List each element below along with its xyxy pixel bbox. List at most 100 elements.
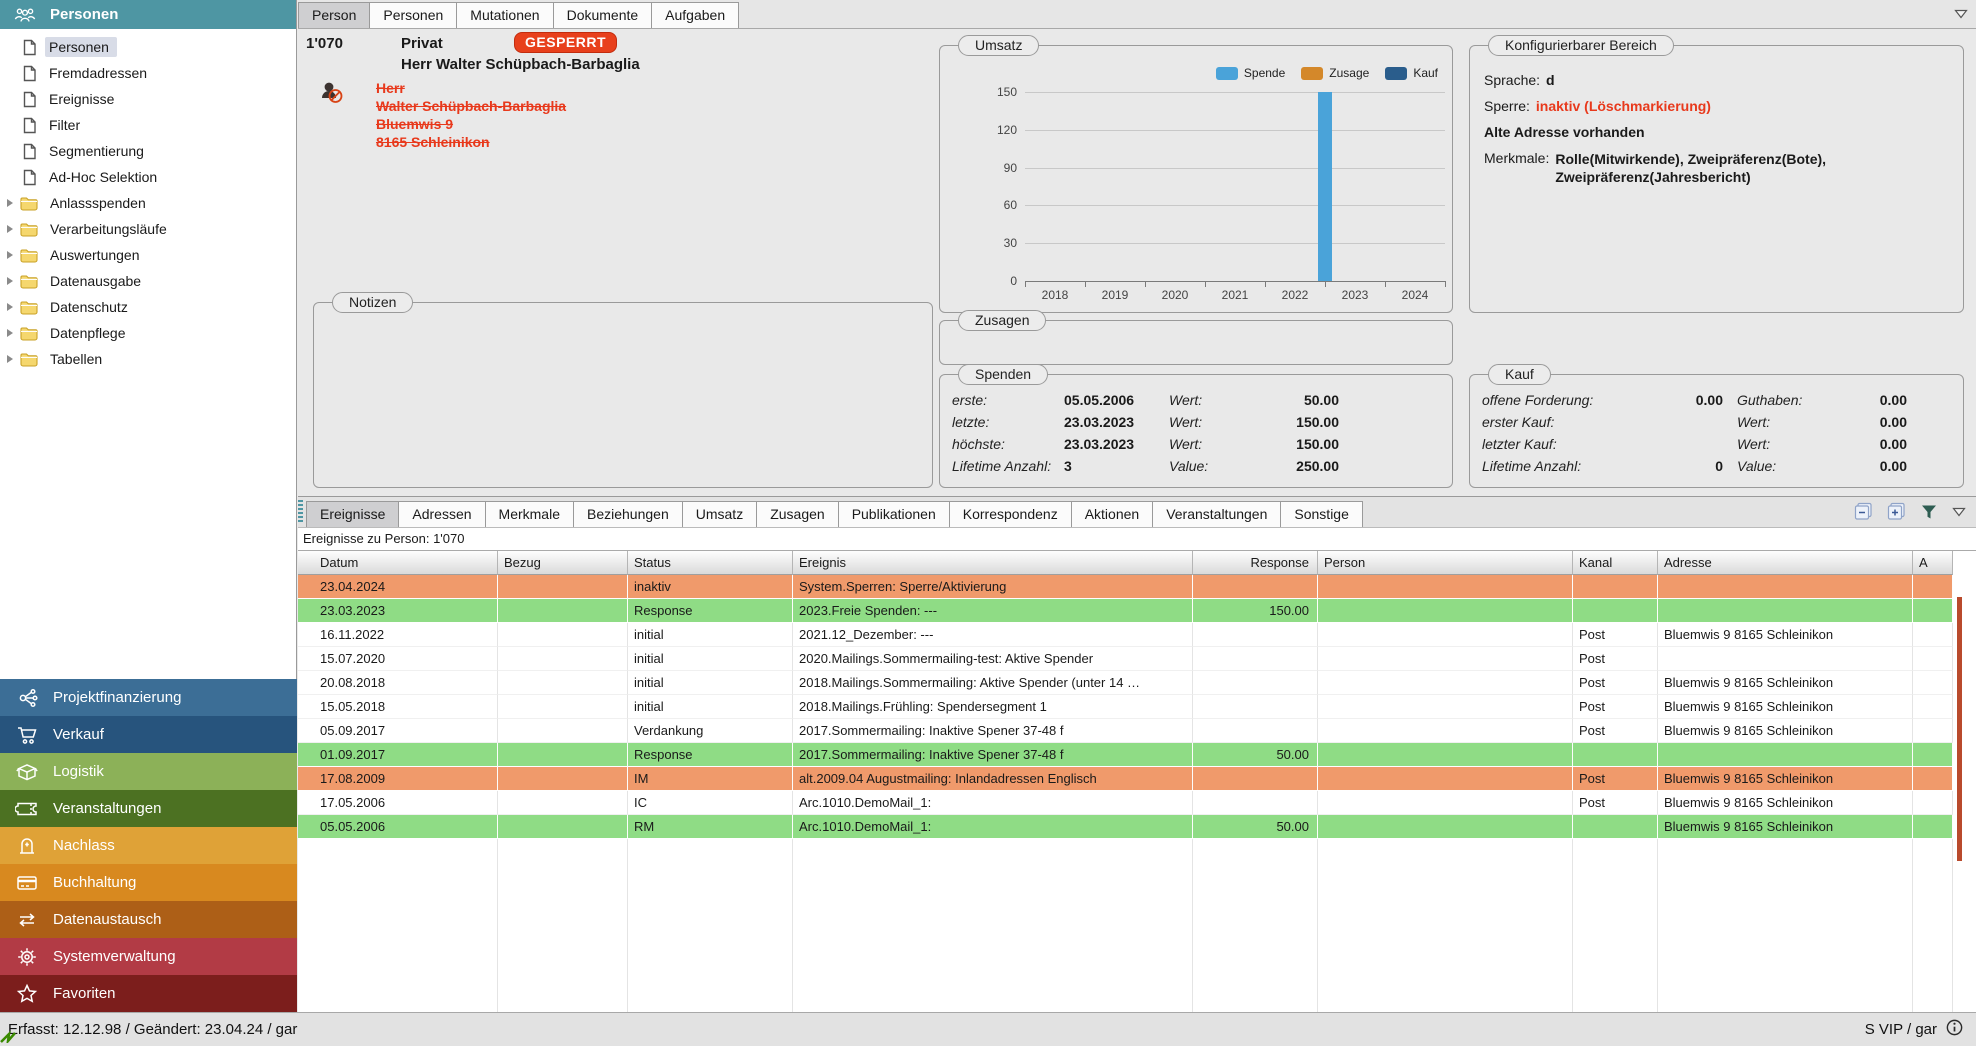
table-row[interactable]: 23.03.2023 Response 2023.Freie Spenden: …	[298, 599, 1976, 623]
sidebar-item-label: Filter	[45, 115, 88, 135]
chevron-right-icon[interactable]	[7, 329, 13, 337]
detail-tab[interactable]: Sonstige	[1280, 501, 1362, 527]
table-row[interactable]: 17.05.2006 IC Arc.1010.DemoMail_1: Post …	[298, 791, 1976, 815]
table-row[interactable]: 05.09.2017 Verdankung 2017.Sommermailing…	[298, 719, 1976, 743]
detail-tab[interactable]: Ereignisse	[306, 501, 399, 527]
sidebar-item-label: Datenschutz	[46, 297, 136, 317]
main-tab[interactable]: Personen	[369, 2, 457, 28]
detail-tab[interactable]: Publikationen	[838, 501, 950, 527]
stat-value-label: Guthaben:	[1737, 392, 1819, 408]
table-row[interactable]: 16.11.2022 initial 2021.12_Dezember: ---…	[298, 623, 1976, 647]
module-buchhaltung[interactable]: Buchhaltung	[0, 864, 297, 901]
cell-datum: 05.09.2017	[298, 719, 498, 743]
chevron-right-icon[interactable]	[7, 225, 13, 233]
cell-kanal: Post	[1573, 767, 1658, 791]
filter-icon[interactable]	[1920, 503, 1938, 521]
cell-person	[1318, 623, 1573, 647]
tab-label: Beziehungen	[587, 506, 669, 522]
module-logistik[interactable]: Logistik	[0, 753, 297, 790]
detail-tab[interactable]: Beziehungen	[573, 501, 683, 527]
cell-ereignis: 2017.Sommermailing: Inaktive Spener 37-4…	[793, 719, 1193, 743]
detail-tab[interactable]: Merkmale	[485, 501, 574, 527]
detail-tab[interactable]: Veranstaltungen	[1152, 501, 1281, 527]
sidebar-item[interactable]: Ad-Hoc Selektion	[0, 164, 296, 190]
sidebar-item[interactable]: Personen	[0, 34, 296, 60]
sidebar: Personen Personen Fremdadressen	[0, 0, 297, 1012]
module-datenaustausch[interactable]: Datenaustausch	[0, 901, 297, 938]
expand-windows-icon[interactable]	[1887, 502, 1906, 521]
detail-tab[interactable]: Zusagen	[756, 501, 838, 527]
chevron-right-icon[interactable]	[7, 251, 13, 259]
cell-status: IM	[628, 767, 793, 791]
legend-label: Spende	[1244, 66, 1285, 80]
sidebar-item-label: Segmentierung	[45, 141, 152, 161]
table-row[interactable]: 01.09.2017 Response 2017.Sommermailing: …	[298, 743, 1976, 767]
detail-tab[interactable]: Umsatz	[682, 501, 757, 527]
table-row[interactable]: 20.08.2018 initial 2018.Mailings.Sommerm…	[298, 671, 1976, 695]
column-header[interactable]: A	[1913, 551, 1953, 575]
chevron-right-icon[interactable]	[7, 199, 13, 207]
stat-value-label: Wert:	[1737, 436, 1819, 452]
notizen-panel-title: Notizen	[332, 292, 413, 313]
sidebar-folder-item[interactable]: Datenausgabe	[0, 268, 296, 294]
main-tab[interactable]: Mutationen	[456, 2, 553, 28]
main-tab[interactable]: Person	[298, 2, 370, 28]
sidebar-item[interactable]: Fremdadressen	[0, 60, 296, 86]
dropdown-icon[interactable]	[1952, 507, 1966, 517]
sidebar-folder-item[interactable]: Datenschutz	[0, 294, 296, 320]
collapse-windows-icon[interactable]	[1854, 502, 1873, 521]
main-tab[interactable]: Dokumente	[553, 2, 653, 28]
tab-label: Ereignisse	[320, 506, 385, 522]
cell-ereignis: 2021.12_Dezember: ---	[793, 623, 1193, 647]
column-header[interactable]: Response	[1193, 551, 1318, 575]
sprache-line: Sprache:d	[1484, 72, 1555, 88]
detail-tab[interactable]: Aktionen	[1071, 501, 1153, 527]
legend-entry: Kauf	[1385, 66, 1438, 80]
cell-adresse	[1658, 599, 1913, 623]
column-header[interactable]: Kanal	[1573, 551, 1658, 575]
module-verkauf[interactable]: Verkauf	[0, 716, 297, 753]
column-header[interactable]: Bezug	[498, 551, 628, 575]
sidebar-item[interactable]: Filter	[0, 112, 296, 138]
column-header[interactable]: Adresse	[1658, 551, 1913, 575]
table-row[interactable]: 23.04.2024 inaktiv System.Sperren: Sperr…	[298, 575, 1976, 599]
sidebar-folder-item[interactable]: Auswertungen	[0, 242, 296, 268]
table-row[interactable]: 15.05.2018 initial 2018.Mailings.Frühlin…	[298, 695, 1976, 719]
main-tab[interactable]: Aufgaben	[651, 2, 739, 28]
sidebar-folder-item[interactable]: Anlassspenden	[0, 190, 296, 216]
detail-tab[interactable]: Korrespondenz	[949, 501, 1072, 527]
table-row[interactable]: 17.08.2009 IM alt.2009.04 Augustmailing:…	[298, 767, 1976, 791]
sidebar-item[interactable]: Ereignisse	[0, 86, 296, 112]
sidebar-header[interactable]: Personen	[0, 0, 296, 29]
person-type: Privat	[401, 35, 443, 52]
module-favoriten[interactable]: Favoriten	[0, 975, 297, 1012]
stat-value: 0.00	[1819, 392, 1907, 408]
cell-status: Verdankung	[628, 719, 793, 743]
column-header[interactable]: Person	[1318, 551, 1573, 575]
column-header[interactable]: Datum	[298, 551, 498, 575]
sidebar-folder-item[interactable]: Datenpflege	[0, 320, 296, 346]
table-row[interactable]: 05.05.2006 RM Arc.1010.DemoMail_1: 50.00…	[298, 815, 1976, 839]
sidebar-item[interactable]: Segmentierung	[0, 138, 296, 164]
chevron-right-icon[interactable]	[7, 355, 13, 363]
person-detail-area: 1'070 Privat GESPERRT Herr Walter Schüpb…	[298, 29, 1976, 497]
module-systemverwaltung[interactable]: Systemverwaltung	[0, 938, 297, 975]
chevron-right-icon[interactable]	[7, 277, 13, 285]
document-icon	[22, 143, 37, 160]
cell-a	[1913, 815, 1953, 839]
cell-kanal: Post	[1573, 791, 1658, 815]
detail-tab[interactable]: Adressen	[398, 501, 485, 527]
module-nachlass[interactable]: Nachlass	[0, 827, 297, 864]
splitter-grip[interactable]	[298, 500, 303, 524]
info-icon[interactable]	[1945, 1018, 1964, 1041]
module-veranstaltungen[interactable]: Veranstaltungen	[0, 790, 297, 827]
column-header[interactable]: Ereignis	[793, 551, 1193, 575]
sidebar-folder-item[interactable]: Verarbeitungsläufe	[0, 216, 296, 242]
table-row[interactable]: 15.07.2020 initial 2020.Mailings.Sommerm…	[298, 647, 1976, 671]
sidebar-folder-item[interactable]: Tabellen	[0, 346, 296, 372]
tab-overflow-dropdown-icon[interactable]	[1954, 7, 1968, 22]
tombstone-icon	[14, 834, 40, 858]
chevron-right-icon[interactable]	[7, 303, 13, 311]
column-header[interactable]: Status	[628, 551, 793, 575]
module-projektfinanzierung[interactable]: Projektfinanzierung	[0, 679, 297, 716]
